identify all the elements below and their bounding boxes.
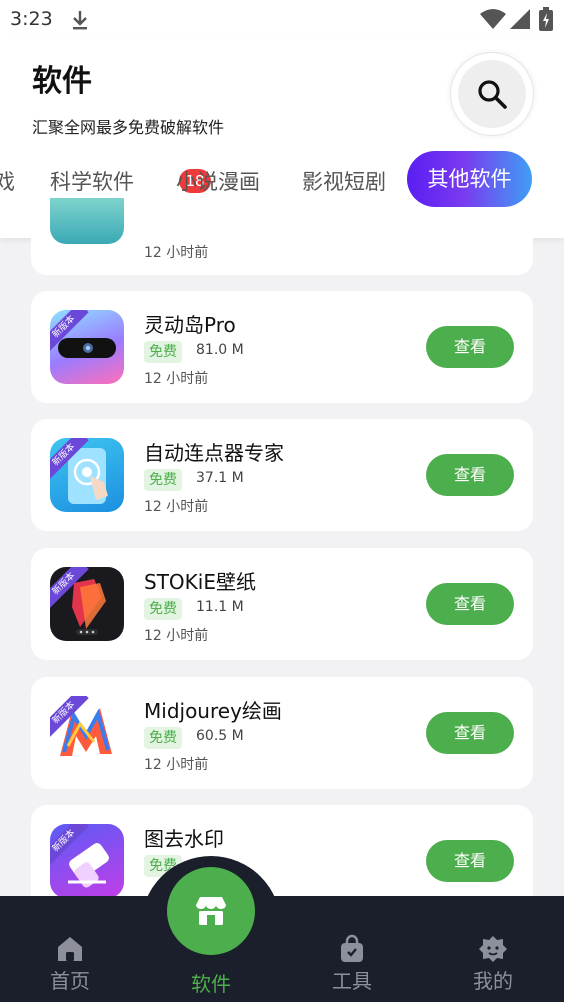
page-subtitle: 汇聚全网最多免费破解软件 <box>32 118 225 137</box>
app-card[interactable]: 新版本 灵动岛Pro 免费 81.0 M 12 小时前 查看 <box>31 291 533 403</box>
stokie-wallpaper-icon: 新版本 <box>50 567 124 641</box>
tab-label: 科学软件 <box>50 170 134 194</box>
view-button[interactable]: 查看 <box>426 326 514 368</box>
free-badge: 免费 <box>144 598 182 620</box>
nav-label-software[interactable]: 软件 <box>171 968 251 997</box>
app-name: 灵动岛Pro <box>144 313 236 337</box>
nav-label: 工具 <box>332 969 372 993</box>
page-title: 软件 <box>32 64 92 99</box>
app-time: 12 小时前 <box>144 371 209 387</box>
bottom-nav: 首页 工具 我的 <box>0 896 564 1002</box>
app-name: STOKiE壁纸 <box>144 570 256 594</box>
wifi-icon <box>480 9 506 29</box>
signal-icon <box>510 9 530 29</box>
midjourney-icon: 新版本 <box>50 696 124 770</box>
app-time: 12 小时前 <box>144 499 209 515</box>
home-icon <box>58 937 82 961</box>
bag-icon <box>341 934 363 962</box>
app-size: 81.0 M <box>196 342 244 358</box>
tab-video-shorts[interactable]: 影视短剧 <box>302 166 386 196</box>
store-icon <box>196 897 226 925</box>
tab-other-software[interactable]: 其他软件 <box>407 151 532 207</box>
view-button[interactable]: 查看 <box>426 712 514 754</box>
free-badge: 免费 <box>144 469 182 491</box>
free-badge: 免费 <box>144 727 182 749</box>
data-recovery-icon <box>50 198 124 244</box>
status-time: 3:23 <box>10 8 53 30</box>
profile-icon <box>479 936 507 962</box>
app-time: 12 小时前 <box>144 628 209 644</box>
nav-tools[interactable]: 工具 <box>312 934 392 994</box>
free-badge: 免费 <box>144 341 182 363</box>
app-time: 12 小时前 <box>144 245 209 261</box>
view-button[interactable]: 查看 <box>426 583 514 625</box>
eraser-icon: 新版本 <box>50 824 124 898</box>
tab-novels-comics[interactable]: 小说漫画 <box>176 166 260 196</box>
status-bar: 3:23 <box>0 0 564 38</box>
app-card[interactable]: 新版本 STOKiE壁纸 免费 11.1 M 12 小时前 查看 <box>31 548 533 660</box>
app-size: 37.1 M <box>196 470 244 486</box>
dynamic-island-icon: 新版本 <box>50 310 124 384</box>
app-time: 12 小时前 <box>144 757 209 773</box>
search-icon <box>478 80 507 109</box>
app-card-partial[interactable]: 12 小时前 <box>31 198 533 275</box>
search-button[interactable] <box>458 60 526 128</box>
tab-science-software[interactable]: 科学软件 18 <box>50 166 211 196</box>
app-name: 图去水印 <box>144 827 224 851</box>
app-size: 60.5 M <box>196 728 244 744</box>
app-size: 11.1 M <box>196 599 244 615</box>
nav-home[interactable]: 首页 <box>30 934 110 994</box>
nav-label: 我的 <box>473 969 513 993</box>
auto-clicker-icon: 新版本 <box>50 438 124 512</box>
nav-software-button[interactable] <box>167 867 255 955</box>
download-icon <box>73 11 87 30</box>
battery-icon <box>539 7 553 31</box>
app-card[interactable]: 新版本 自动连点器专家 免费 37.1 M 12 小时前 查看 <box>31 419 533 531</box>
app-name: Midjourey绘画 <box>144 699 282 723</box>
nav-label: 首页 <box>50 969 90 993</box>
view-button[interactable]: 查看 <box>426 840 514 882</box>
tab-partial[interactable]: 戏 <box>0 166 15 196</box>
app-card[interactable]: 新版本 Midjourey绘画 免费 60.5 M 12 小时前 查看 <box>31 677 533 789</box>
app-name: 自动连点器专家 <box>144 441 284 465</box>
view-button[interactable]: 查看 <box>426 454 514 496</box>
nav-mine[interactable]: 我的 <box>453 934 533 994</box>
